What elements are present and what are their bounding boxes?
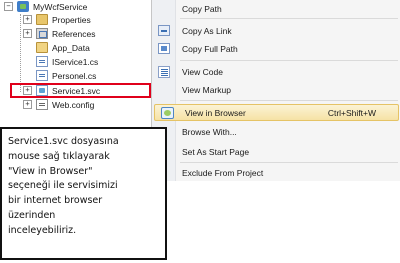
menu-item-copy-full-path[interactable]: Copy Full Path — [152, 40, 400, 57]
menu-separator — [180, 18, 398, 19]
tree-node-label: Personel.cs — [52, 70, 97, 81]
highlight-box — [10, 83, 151, 98]
tree-node-personel-cs[interactable]: Personel.cs — [36, 69, 96, 82]
expand-icon[interactable]: + — [23, 29, 32, 38]
menu-item-view-in-browser[interactable]: View in Browser Ctrl+Shift+W — [154, 104, 399, 121]
expand-icon[interactable]: + — [23, 100, 32, 109]
copy-path-icon — [158, 43, 170, 54]
menu-item-browse-with[interactable]: Browse With... — [152, 123, 400, 140]
menu-item-view-markup[interactable]: View Markup — [152, 81, 400, 98]
folder-icon — [36, 14, 48, 25]
annotation-text: Service1.svc dosyasına mouse sağ tıklaya… — [8, 136, 119, 236]
solution-explorer-tree: − MyWcfService + Properties + References… — [0, 0, 152, 120]
annotation-box: Service1.svc dosyasına mouse sağ tıklaya… — [0, 127, 167, 260]
tree-node-label: References — [52, 28, 96, 39]
menu-separator — [180, 162, 398, 163]
tree-node-app-data[interactable]: App_Data — [36, 41, 90, 54]
tree-node-properties[interactable]: + Properties — [23, 13, 91, 26]
copy-link-icon — [158, 25, 170, 36]
project-name: MyWcfService — [33, 1, 88, 12]
menu-shortcut: Ctrl+Shift+W — [327, 107, 376, 118]
view-code-icon — [158, 65, 170, 78]
tree-node-label: Web.config — [52, 99, 95, 110]
context-menu: Copy Path Copy As Link Copy Full Path Vi… — [151, 0, 400, 181]
tree-node-label: Properties — [52, 14, 91, 25]
cs-file-icon — [36, 70, 48, 81]
expand-icon[interactable]: + — [23, 15, 32, 24]
tree-node-label: App_Data — [52, 42, 90, 53]
references-icon — [36, 28, 48, 39]
menu-item-copy-as-link[interactable]: Copy As Link — [152, 22, 400, 39]
menu-item-view-code[interactable]: View Code — [152, 63, 400, 80]
menu-item-set-as-start-page[interactable]: Set As Start Page — [152, 143, 400, 160]
web-project-icon — [17, 1, 29, 12]
tree-node-web-config[interactable]: + Web.config — [23, 98, 94, 111]
menu-separator — [180, 60, 398, 61]
menu-separator — [180, 100, 398, 101]
view-in-browser-icon — [160, 106, 174, 119]
tree-node-label: IService1.cs — [52, 56, 99, 67]
config-file-icon — [36, 99, 48, 110]
collapse-icon[interactable]: − — [4, 2, 13, 11]
menu-item-copy-path[interactable]: Copy Path — [152, 0, 400, 17]
folder-open-icon — [36, 42, 48, 53]
tree-connector-line — [20, 14, 21, 92]
tree-node-iservice1-cs[interactable]: IService1.cs — [36, 55, 98, 68]
tree-node-project[interactable]: − MyWcfService — [4, 0, 87, 13]
tree-node-references[interactable]: + References — [23, 27, 95, 40]
cs-file-icon — [36, 56, 48, 67]
menu-item-exclude-from-project[interactable]: Exclude From Project — [152, 164, 400, 181]
